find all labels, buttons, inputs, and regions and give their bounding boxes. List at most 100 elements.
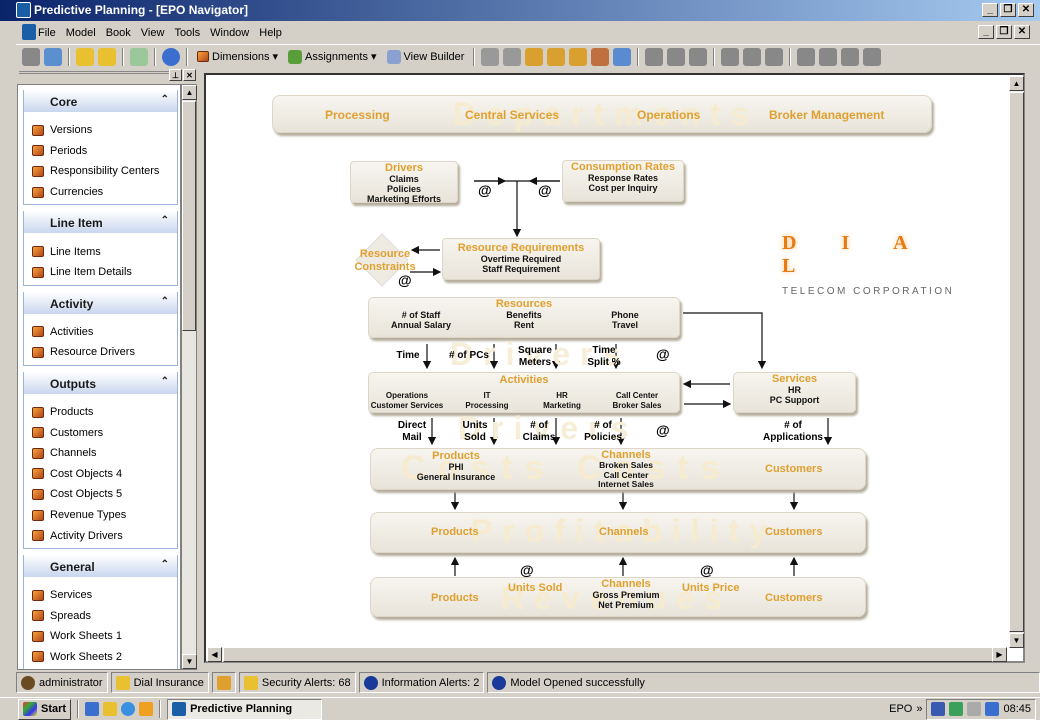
database-forward-icon[interactable] — [76, 47, 94, 66]
tool-icon[interactable] — [503, 47, 522, 66]
user-connect-icon[interactable] — [44, 47, 62, 66]
menu-view[interactable]: View — [141, 27, 165, 39]
sidebar-scrollbar[interactable]: ▲ ▼ — [181, 84, 197, 670]
tool-icon[interactable] — [613, 47, 632, 66]
taskbar-task-predictive-planning[interactable]: Predictive Planning — [167, 698, 323, 720]
pin-icon[interactable]: ⊥ — [169, 69, 182, 81]
sidebar-item-services[interactable]: Services — [24, 585, 177, 606]
tray-icon[interactable] — [967, 702, 982, 716]
sidebar-item-activity-drivers[interactable]: Activity Drivers — [24, 525, 177, 546]
tool-icon[interactable] — [525, 47, 544, 66]
collapse-chevron-icon[interactable]: ⌃ — [161, 296, 169, 307]
tray-icon[interactable] — [985, 702, 1000, 716]
users-icon[interactable] — [22, 47, 40, 66]
sidebar-item-spreads[interactable]: Spreads — [24, 606, 177, 627]
doc-restore-button[interactable]: ❐ — [996, 25, 1012, 39]
menu-file[interactable]: File — [38, 27, 56, 39]
doc-close-button[interactable]: ✕ — [1014, 25, 1030, 39]
sidebar-item-products[interactable]: Products — [24, 402, 177, 423]
start-button[interactable]: Start — [18, 698, 72, 720]
pane-close-button[interactable]: ✕ — [183, 69, 196, 81]
sidebar-item-resource-drivers[interactable]: Resource Drivers — [24, 342, 177, 363]
section-header[interactable]: Line Item ⌃ — [24, 211, 177, 234]
status-security-alerts[interactable]: Security Alerts: 68 — [238, 672, 356, 693]
scroll-down-button[interactable]: ▼ — [182, 654, 197, 669]
restore-button[interactable]: ❐ — [1000, 3, 1016, 17]
tool-icon[interactable] — [569, 47, 588, 66]
section-header[interactable]: Core ⌃ — [24, 90, 177, 112]
canvas-horizontal-scrollbar[interactable]: ◀ ▶ — [207, 647, 1007, 662]
sidebar-item-work-sheets-1[interactable]: Work Sheets 1 — [24, 626, 177, 647]
tool-icon[interactable] — [591, 47, 610, 66]
minimize-button[interactable]: _ — [982, 3, 998, 17]
status-information-alerts[interactable]: Information Alerts: 2 — [358, 672, 485, 693]
database-back-icon[interactable] — [98, 47, 116, 66]
tray-expand-icon[interactable]: » — [916, 703, 922, 715]
tool-icon[interactable] — [667, 47, 686, 66]
sidebar-item-work-sheets-2[interactable]: Work Sheets 2 — [24, 647, 177, 668]
sidebar-item-channels[interactable]: Channels — [24, 443, 177, 464]
user-label: administrator — [39, 676, 103, 689]
sidebar-item-activities[interactable]: Activities — [24, 322, 177, 343]
copy-icon[interactable] — [841, 47, 860, 66]
collapse-chevron-icon[interactable]: ⌃ — [161, 559, 169, 570]
refresh-icon[interactable] — [130, 47, 148, 66]
sidebar-item-responsibility-centers[interactable]: Responsibility Centers — [24, 161, 177, 182]
section-header[interactable]: General ⌃ — [24, 554, 177, 577]
sidebar-item-periods[interactable]: Periods — [24, 141, 177, 162]
scroll-up-button[interactable]: ▲ — [182, 85, 197, 100]
canvas-vertical-scrollbar[interactable]: ▲ ▼ — [1009, 76, 1024, 648]
tool-icon[interactable] — [481, 47, 500, 66]
assignments-button[interactable]: Assignments ▾ — [285, 49, 380, 64]
pane-grip[interactable] — [19, 71, 169, 79]
scroll-down-button[interactable]: ▼ — [1009, 633, 1024, 648]
menu-book[interactable]: Book — [106, 27, 131, 39]
scroll-thumb[interactable] — [182, 101, 196, 331]
sidebar-item-cost-objects-4[interactable]: Cost Objects 4 — [24, 464, 177, 485]
cube-icon — [32, 630, 44, 642]
collapse-chevron-icon[interactable]: ⌃ — [161, 376, 169, 387]
tool-icon[interactable] — [797, 47, 816, 66]
sidebar-item-line-items[interactable]: Line Items — [24, 241, 177, 262]
sidebar-item-cost-objects-5[interactable]: Cost Objects 5 — [24, 484, 177, 505]
paste-icon[interactable] — [863, 47, 882, 66]
browser-icon[interactable] — [121, 702, 136, 716]
tool-icon[interactable] — [743, 47, 762, 66]
dimensions-button[interactable]: Dimensions ▾ — [194, 50, 281, 63]
tool-icon[interactable] — [721, 47, 740, 66]
scroll-thumb[interactable] — [1009, 92, 1024, 632]
tray-icon[interactable] — [931, 702, 946, 716]
sidebar-item-line-item-details[interactable]: Line Item Details — [24, 262, 177, 283]
scroll-up-button[interactable]: ▲ — [1009, 76, 1024, 91]
tool-icon[interactable] — [765, 47, 784, 66]
cut-icon[interactable] — [819, 47, 838, 66]
quicklaunch-icon[interactable] — [139, 702, 154, 716]
tool-icon[interactable] — [547, 47, 566, 66]
close-button[interactable]: ✕ — [1018, 3, 1034, 17]
status-alert-icon-panel[interactable] — [211, 672, 236, 693]
menu-help[interactable]: Help — [259, 27, 282, 39]
separator — [637, 47, 640, 66]
sidebar-item-versions[interactable]: Versions — [24, 120, 177, 141]
help-icon[interactable] — [162, 47, 180, 66]
collapse-chevron-icon[interactable]: ⌃ — [161, 215, 169, 226]
menu-tools[interactable]: Tools — [174, 27, 200, 39]
menu-window[interactable]: Window — [210, 27, 249, 39]
menu-model[interactable]: Model — [66, 27, 96, 39]
folder-icon[interactable] — [103, 702, 118, 716]
doc-minimize-button[interactable]: _ — [978, 25, 994, 39]
tray-icon[interactable] — [949, 702, 964, 716]
section-header[interactable]: Activity ⌃ — [24, 291, 177, 314]
scroll-left-button[interactable]: ◀ — [207, 647, 222, 662]
sidebar-item-revenue-types[interactable]: Revenue Types — [24, 505, 177, 526]
tool-icon[interactable] — [645, 47, 664, 66]
sidebar-item-currencies[interactable]: Currencies — [24, 182, 177, 203]
view-builder-button[interactable]: View Builder — [384, 49, 468, 64]
tool-icon[interactable] — [689, 47, 708, 66]
scroll-thumb[interactable] — [223, 647, 993, 662]
quicklaunch-icon[interactable] — [85, 702, 100, 716]
sidebar-item-customers[interactable]: Customers — [24, 422, 177, 443]
collapse-chevron-icon[interactable]: ⌃ — [161, 94, 169, 105]
scroll-right-button[interactable]: ▶ — [992, 647, 1007, 662]
section-header[interactable]: Outputs ⌃ — [24, 371, 177, 394]
